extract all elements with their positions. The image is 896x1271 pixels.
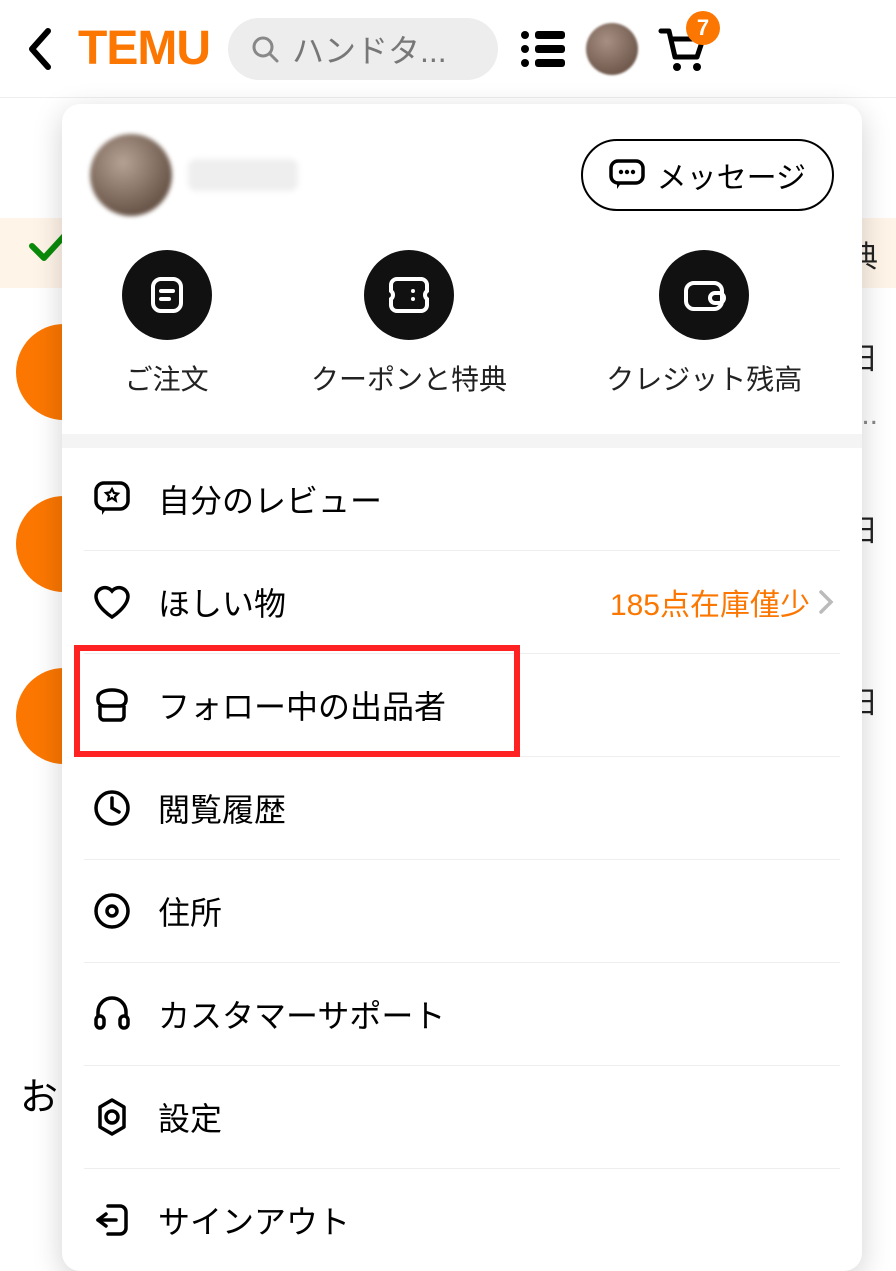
popover-header: メッセージ [62,104,862,226]
menu-wishlist-right: 185点在庫僅少 [610,580,834,624]
quick-actions: ご注文 クーポンと特典 クレジット残高 [62,226,862,448]
gear-icon [92,1097,132,1137]
menu-wishlist[interactable]: ほしい物 185点在庫僅少 [84,551,840,654]
menu-followed-sellers-label: フォロー中の出品者 [158,682,446,728]
temu-logo[interactable]: TEMU [78,21,210,76]
quick-coupons[interactable]: クーポンと特典 [311,250,507,398]
account-popover: メッセージ ご注文 クーポンと特典 [62,104,862,1271]
quick-orders[interactable]: ご注文 [122,250,212,398]
messages-label: メッセージ [657,153,806,197]
menu-history[interactable]: 閲覧履歴 [84,757,840,860]
menu-followed-sellers[interactable]: フォロー中の出品者 [84,654,840,757]
menu-history-label: 閲覧履歴 [158,785,286,831]
quick-coupons-label: クーポンと特典 [311,358,507,398]
search-placeholder: ハンドタ... [292,26,447,72]
bg-row1-dots: .. [861,398,878,432]
search-input[interactable]: ハンドタ... [228,18,498,80]
menu-address-label: 住所 [158,888,222,934]
cart-button[interactable]: 7 [656,23,708,75]
cart-badge: 7 [686,11,720,45]
back-button[interactable] [20,27,60,71]
chevron-left-icon [26,27,54,71]
user-info[interactable] [90,134,298,216]
user-name [188,159,298,191]
menu-wishlist-label: ほしい物 [158,579,286,625]
menu-list: 自分のレビュー ほしい物 185点在庫僅少 フォロー中の出品者 閲覧履歴 住所 … [62,448,862,1271]
menu-my-reviews[interactable]: 自分のレビュー [84,448,840,551]
menu-address[interactable]: 住所 [84,860,840,963]
search-icon [250,34,280,64]
quick-credit[interactable]: クレジット残高 [606,250,802,398]
app-header: TEMU ハンドタ... 7 [0,0,896,98]
menu-support-label: カスタマーサポート [158,991,445,1037]
user-avatar-icon [90,134,172,216]
messages-button[interactable]: メッセージ [581,139,834,211]
list-icon [519,29,565,69]
orders-icon [145,273,189,317]
quick-credit-label: クレジット残高 [606,358,802,398]
clock-icon [92,788,132,828]
review-icon [92,479,132,519]
bg-left-text: お [20,1066,58,1121]
categories-button[interactable] [516,23,568,75]
menu-support[interactable]: カスタマーサポート [84,963,840,1066]
menu-signout-label: サインアウト [158,1197,350,1243]
menu-settings[interactable]: 設定 [84,1066,840,1169]
chevron-right-icon [818,589,834,615]
pin-icon [92,891,132,931]
coupon-icon [385,273,433,317]
headset-icon [92,994,132,1034]
menu-signout[interactable]: サインアウト [84,1169,840,1271]
account-avatar[interactable] [586,23,638,75]
heart-icon [92,583,132,621]
quick-orders-label: ご注文 [125,358,209,398]
menu-my-reviews-label: 自分のレビュー [158,476,382,522]
chat-icon [609,159,645,191]
signout-icon [92,1200,132,1240]
store-icon [92,686,132,724]
avatar-icon [586,23,638,75]
menu-settings-label: 設定 [158,1094,222,1140]
wallet-icon [680,273,728,317]
